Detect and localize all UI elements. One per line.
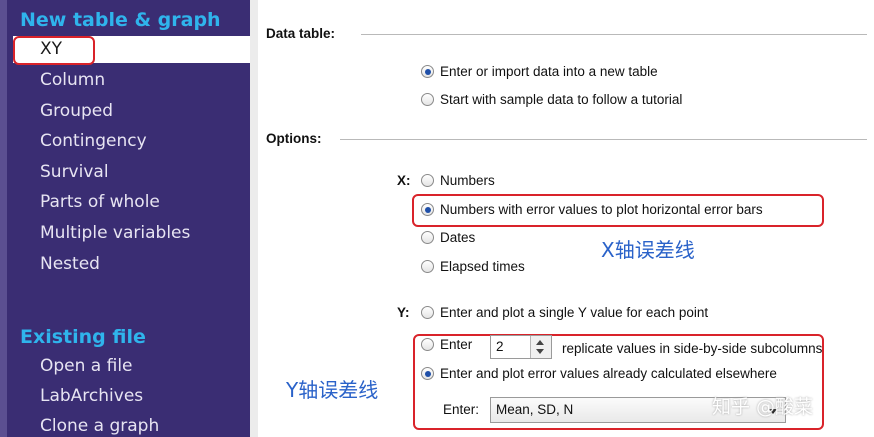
radio-selected-icon[interactable] (421, 203, 434, 216)
radio-icon[interactable] (421, 338, 434, 351)
error-format-value: Mean, SD, N (496, 402, 574, 417)
x-option-numbers[interactable]: Numbers (421, 173, 495, 188)
panel-divider (250, 0, 258, 437)
sidebar-item-survival[interactable]: Survival (40, 162, 109, 182)
data-table-title: Data table: (266, 26, 336, 41)
x-error-annotation: X轴误差线 (601, 238, 695, 262)
option-enter-import[interactable]: Enter or import data into a new table (421, 64, 658, 79)
radio-icon[interactable] (421, 231, 434, 244)
x-option-error-values-label: Numbers with error values to plot horizo… (440, 202, 763, 217)
x-option-error-values[interactable]: Numbers with error values to plot horizo… (421, 202, 763, 217)
new-table-heading: New table & graph (20, 9, 221, 31)
x-option-dates[interactable]: Dates (421, 230, 475, 245)
options-title: Options: (266, 131, 322, 146)
sidebar-item-parts-of-whole[interactable]: Parts of whole (40, 192, 160, 212)
replicates-stepper[interactable]: 2 (490, 335, 552, 359)
y-axis-label: Y: (397, 305, 410, 320)
y-option-enter-label: Enter (440, 337, 473, 352)
y-option-error-values-label: Enter and plot error values already calc… (440, 366, 777, 381)
sidebar-item-column[interactable]: Column (40, 70, 105, 90)
sidebar-item-labarchives[interactable]: LabArchives (40, 386, 143, 406)
radio-selected-icon[interactable] (421, 65, 434, 78)
y-error-annotation: Y轴误差线 (286, 378, 379, 402)
enter-select-label: Enter: (443, 402, 480, 417)
radio-icon[interactable] (421, 306, 434, 319)
x-axis-label: X: (397, 173, 411, 188)
stepper-buttons[interactable] (530, 336, 551, 358)
sidebar-item-nested[interactable]: Nested (40, 254, 100, 274)
xy-highlight-box (13, 36, 95, 65)
sidebar-item-open-a-file[interactable]: Open a file (40, 356, 133, 376)
radio-selected-icon[interactable] (421, 367, 434, 380)
watermark: 知乎 @酸菜 (712, 396, 814, 418)
options-rule (340, 139, 867, 140)
x-option-dates-label: Dates (440, 230, 476, 245)
replicates-value[interactable]: 2 (496, 339, 504, 354)
y-option-single-label: Enter and plot a single Y value for each… (440, 305, 709, 320)
sidebar-item-contingency[interactable]: Contingency (40, 131, 147, 151)
data-table-rule (361, 34, 867, 35)
y-option-replicates[interactable]: Enter (421, 337, 472, 352)
radio-icon[interactable] (421, 174, 434, 187)
y-option-error-values[interactable]: Enter and plot error values already calc… (421, 366, 777, 381)
sidebar-item-grouped[interactable]: Grouped (40, 101, 113, 121)
replicates-suffix: replicate values in side-by-side subcolu… (562, 341, 823, 356)
option-sample-data[interactable]: Start with sample data to follow a tutor… (421, 92, 682, 107)
sidebar-item-clone-a-graph[interactable]: Clone a graph (40, 416, 159, 436)
radio-icon[interactable] (421, 93, 434, 106)
sidebar-item-multiple-variables[interactable]: Multiple variables (40, 223, 190, 243)
radio-icon[interactable] (421, 260, 434, 273)
chevron-down-icon[interactable] (536, 349, 544, 354)
option-enter-import-label: Enter or import data into a new table (440, 64, 658, 79)
option-sample-data-label: Start with sample data to follow a tutor… (440, 92, 683, 107)
chevron-up-icon[interactable] (536, 340, 544, 345)
sidebar-edge (0, 0, 7, 437)
y-option-single[interactable]: Enter and plot a single Y value for each… (421, 305, 708, 320)
x-option-numbers-label: Numbers (440, 173, 495, 188)
existing-file-heading: Existing file (20, 326, 146, 348)
sidebar: New table & graph XY Column Grouped Cont… (0, 0, 250, 437)
x-option-elapsed-label: Elapsed times (440, 259, 525, 274)
x-option-elapsed[interactable]: Elapsed times (421, 259, 525, 274)
